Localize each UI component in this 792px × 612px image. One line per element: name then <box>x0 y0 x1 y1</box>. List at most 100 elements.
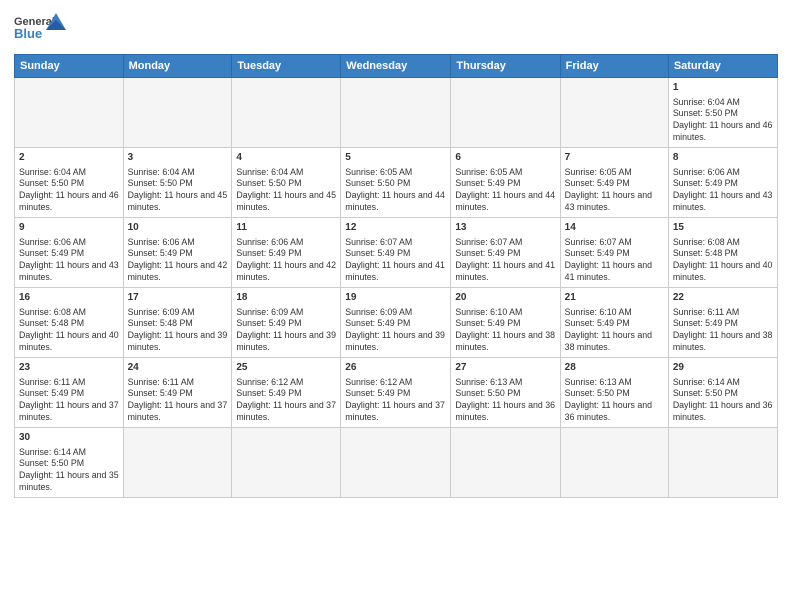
day-number: 4 <box>236 151 336 165</box>
calendar-cell: 8 Sunrise: 6:06 AMSunset: 5:49 PMDaylight… <box>668 148 777 218</box>
day-info: Sunrise: 6:08 AMSunset: 5:48 PMDaylight:… <box>19 307 119 355</box>
calendar-cell <box>123 78 232 148</box>
calendar-cell: 22Sunrise: 6:11 AMSunset: 5:49 PMDayligh… <box>668 288 777 358</box>
header: General Blue <box>14 10 778 48</box>
day-number: 9 <box>19 221 119 235</box>
calendar-cell <box>232 78 341 148</box>
calendar-cell: 30 Sunrise: 6:14 AMSunset: 5:50 PMDayligh… <box>15 428 124 498</box>
calendar-cell <box>560 428 668 498</box>
day-number: 1 <box>673 81 773 95</box>
day-number: 3 <box>128 151 228 165</box>
calendar-cell <box>123 428 232 498</box>
calendar-cell: 4 Sunrise: 6:04 AMSunset: 5:50 PMDaylight… <box>232 148 341 218</box>
day-number: 2 <box>19 151 119 165</box>
weekday-header-wednesday: Wednesday <box>341 55 451 78</box>
day-info: Sunrise: 6:09 AMSunset: 5:49 PMDaylight:… <box>236 307 336 355</box>
calendar-cell <box>15 78 124 148</box>
day-number: 30 <box>19 431 119 445</box>
calendar-cell: 14 Sunrise: 6:07 AMSunset: 5:49 PMDayligh… <box>560 218 668 288</box>
day-number: 27 <box>455 361 555 375</box>
day-info: Sunrise: 6:04 AMSunset: 5:50 PMDaylight:… <box>673 97 773 145</box>
calendar-cell: 5 Sunrise: 6:05 AMSunset: 5:50 PMDaylight… <box>341 148 451 218</box>
calendar-cell <box>451 428 560 498</box>
day-number: 25 <box>236 361 336 375</box>
weekday-header-thursday: Thursday <box>451 55 560 78</box>
day-number: 17 <box>128 291 228 305</box>
calendar-cell: 17 Sunrise: 6:09 AMSunset: 5:48 PMDayligh… <box>123 288 232 358</box>
day-number: 15 <box>673 221 773 235</box>
day-info: Sunrise: 6:08 AMSunset: 5:48 PMDaylight:… <box>673 237 773 285</box>
day-number: 13 <box>455 221 555 235</box>
day-info: Sunrise: 6:11 AMSunset: 5:49 PMDaylight:… <box>128 377 228 425</box>
day-info: Sunrise: 6:13 AMSunset: 5:50 PMDaylight:… <box>565 377 664 425</box>
calendar-cell: 10 Sunrise: 6:06 AMSunset: 5:49 PMDayligh… <box>123 218 232 288</box>
day-info: Sunrise: 6:11 AMSunset: 5:49 PMDaylight:… <box>19 377 119 425</box>
day-number: 24 <box>128 361 228 375</box>
calendar-cell: 23 Sunrise: 6:11 AMSunset: 5:49 PMDayligh… <box>15 358 124 428</box>
calendar-cell: 16 Sunrise: 6:08 AMSunset: 5:48 PMDayligh… <box>15 288 124 358</box>
day-number: 12 <box>345 221 446 235</box>
day-info: Sunrise: 6:04 AMSunset: 5:50 PMDaylight:… <box>236 167 336 215</box>
day-info: Sunrise: 6:06 AMSunset: 5:49 PMDaylight:… <box>128 237 228 285</box>
weekday-header-friday: Friday <box>560 55 668 78</box>
calendar-cell: 29Sunrise: 6:14 AMSunset: 5:50 PMDayligh… <box>668 358 777 428</box>
svg-text:Blue: Blue <box>14 26 42 41</box>
day-number: 16 <box>19 291 119 305</box>
day-info: Sunrise: 6:13 AMSunset: 5:50 PMDaylight:… <box>455 377 555 425</box>
day-number: 26 <box>345 361 446 375</box>
weekday-header-tuesday: Tuesday <box>232 55 341 78</box>
calendar-cell: 18 Sunrise: 6:09 AMSunset: 5:49 PMDayligh… <box>232 288 341 358</box>
day-info: Sunrise: 6:09 AMSunset: 5:48 PMDaylight:… <box>128 307 228 355</box>
day-info: Sunrise: 6:10 AMSunset: 5:49 PMDaylight:… <box>455 307 555 355</box>
weekday-header-saturday: Saturday <box>668 55 777 78</box>
calendar-cell: 13 Sunrise: 6:07 AMSunset: 5:49 PMDayligh… <box>451 218 560 288</box>
calendar-cell: 21Sunrise: 6:10 AMSunset: 5:49 PMDayligh… <box>560 288 668 358</box>
day-number: 23 <box>19 361 119 375</box>
calendar-cell: 27 Sunrise: 6:13 AMSunset: 5:50 PMDayligh… <box>451 358 560 428</box>
logo-svg: General Blue <box>14 10 69 48</box>
day-info: Sunrise: 6:12 AMSunset: 5:49 PMDaylight:… <box>345 377 446 425</box>
day-info: Sunrise: 6:07 AMSunset: 5:49 PMDaylight:… <box>345 237 446 285</box>
calendar-cell: 12 Sunrise: 6:07 AMSunset: 5:49 PMDayligh… <box>341 218 451 288</box>
day-info: Sunrise: 6:06 AMSunset: 5:49 PMDaylight:… <box>673 167 773 215</box>
calendar-cell: 19Sunrise: 6:09 AMSunset: 5:49 PMDayligh… <box>341 288 451 358</box>
day-number: 20 <box>455 291 555 305</box>
day-number: 29 <box>673 361 773 375</box>
day-number: 28 <box>565 361 664 375</box>
day-number: 10 <box>128 221 228 235</box>
day-number: 14 <box>565 221 664 235</box>
day-info: Sunrise: 6:14 AMSunset: 5:50 PMDaylight:… <box>19 447 119 495</box>
day-info: Sunrise: 6:06 AMSunset: 5:49 PMDaylight:… <box>19 237 119 285</box>
calendar-cell: 6 Sunrise: 6:05 AMSunset: 5:49 PMDaylight… <box>451 148 560 218</box>
calendar-cell: 24 Sunrise: 6:11 AMSunset: 5:49 PMDayligh… <box>123 358 232 428</box>
calendar-table: SundayMondayTuesdayWednesdayThursdayFrid… <box>14 54 778 498</box>
calendar-cell: 9 Sunrise: 6:06 AMSunset: 5:49 PMDaylight… <box>15 218 124 288</box>
day-info: Sunrise: 6:11 AMSunset: 5:49 PMDaylight:… <box>673 307 773 355</box>
day-info: Sunrise: 6:04 AMSunset: 5:50 PMDaylight:… <box>19 167 119 215</box>
day-info: Sunrise: 6:07 AMSunset: 5:49 PMDaylight:… <box>455 237 555 285</box>
calendar-cell: 26 Sunrise: 6:12 AMSunset: 5:49 PMDayligh… <box>341 358 451 428</box>
day-info: Sunrise: 6:04 AMSunset: 5:50 PMDaylight:… <box>128 167 228 215</box>
calendar-cell <box>560 78 668 148</box>
day-number: 6 <box>455 151 555 165</box>
weekday-header-monday: Monday <box>123 55 232 78</box>
day-number: 18 <box>236 291 336 305</box>
calendar-cell <box>341 78 451 148</box>
calendar-cell: 1 Sunrise: 6:04 AMSunset: 5:50 PMDaylight… <box>668 78 777 148</box>
calendar-cell <box>232 428 341 498</box>
day-info: Sunrise: 6:05 AMSunset: 5:49 PMDaylight:… <box>455 167 555 215</box>
calendar-cell: 7Sunrise: 6:05 AMSunset: 5:49 PMDaylight… <box>560 148 668 218</box>
calendar-cell: 25Sunrise: 6:12 AMSunset: 5:49 PMDayligh… <box>232 358 341 428</box>
day-number: 8 <box>673 151 773 165</box>
calendar-cell: 20 Sunrise: 6:10 AMSunset: 5:49 PMDayligh… <box>451 288 560 358</box>
day-info: Sunrise: 6:07 AMSunset: 5:49 PMDaylight:… <box>565 237 664 285</box>
logo: General Blue <box>14 10 69 48</box>
weekday-header-sunday: Sunday <box>15 55 124 78</box>
calendar-cell <box>341 428 451 498</box>
day-info: Sunrise: 6:06 AMSunset: 5:49 PMDaylight:… <box>236 237 336 285</box>
calendar-cell: 15 Sunrise: 6:08 AMSunset: 5:48 PMDayligh… <box>668 218 777 288</box>
day-number: 21 <box>565 291 664 305</box>
calendar-cell <box>451 78 560 148</box>
day-number: 5 <box>345 151 446 165</box>
day-info: Sunrise: 6:05 AMSunset: 5:50 PMDaylight:… <box>345 167 446 215</box>
